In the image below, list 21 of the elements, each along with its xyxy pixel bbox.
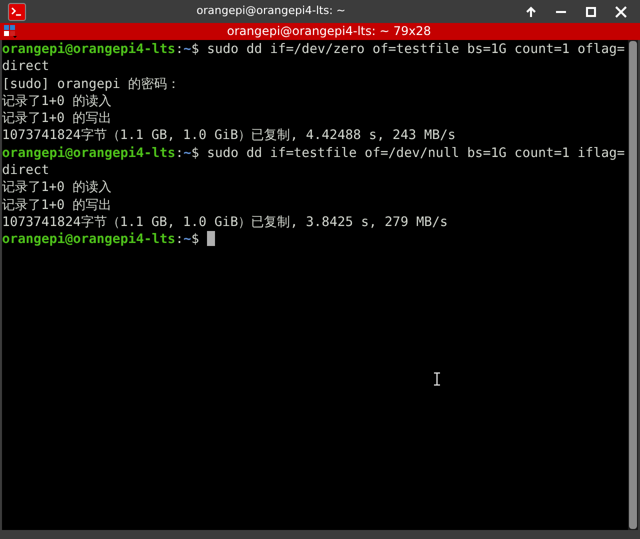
terminal-line: 记录了1+0 的读入 — [2, 92, 112, 110]
terminal-line: 1073741824字节（1.1 GB, 1.0 GiB）已复制, 3.8425 s, 279 MB/s — [2, 214, 448, 232]
terminal-icon — [8, 2, 26, 20]
terminal-line: orangepi@orangepi4-lts:~$ sudo dd if=testfile of=/dev/null bs=1G count=1 iflag= — [2, 144, 625, 162]
terminal-line: 1073741824字节（1.1 GB, 1.0 GiB）已复制, 4.42488 s, 243 MB/s — [2, 127, 456, 145]
maximize-icon — [584, 4, 598, 18]
tab-menu-icon[interactable] — [4, 24, 18, 38]
terminal-line: direct — [2, 162, 50, 180]
terminal-line: [sudo] orangepi 的密码： — [2, 76, 180, 93]
close-icon — [614, 4, 628, 18]
window-title: orangepi@orangepi4-lts: ~ — [196, 3, 346, 20]
terminal-line: orangepi@orangepi4-lts:~$ — [2, 232, 200, 248]
terminal-line: 记录了1+0 的写出 — [2, 196, 112, 214]
minimize-icon — [556, 10, 566, 12]
arrow-up-icon — [524, 4, 538, 18]
tab-title: orangepi@orangepi4-lts: ~ 79x28 — [226, 23, 432, 40]
terminal-line: 记录了1+0 的写出 — [2, 110, 112, 128]
terminal-line: 记录了1+0 的读入 — [2, 179, 112, 197]
terminal-line: direct — [2, 58, 50, 76]
text-cursor-icon — [433, 372, 441, 386]
terminal-line: orangepi@orangepi4-lts:~$ sudo dd if=/dev/zero of=testfile bs=1G count=1 oflag= — [2, 41, 625, 58]
